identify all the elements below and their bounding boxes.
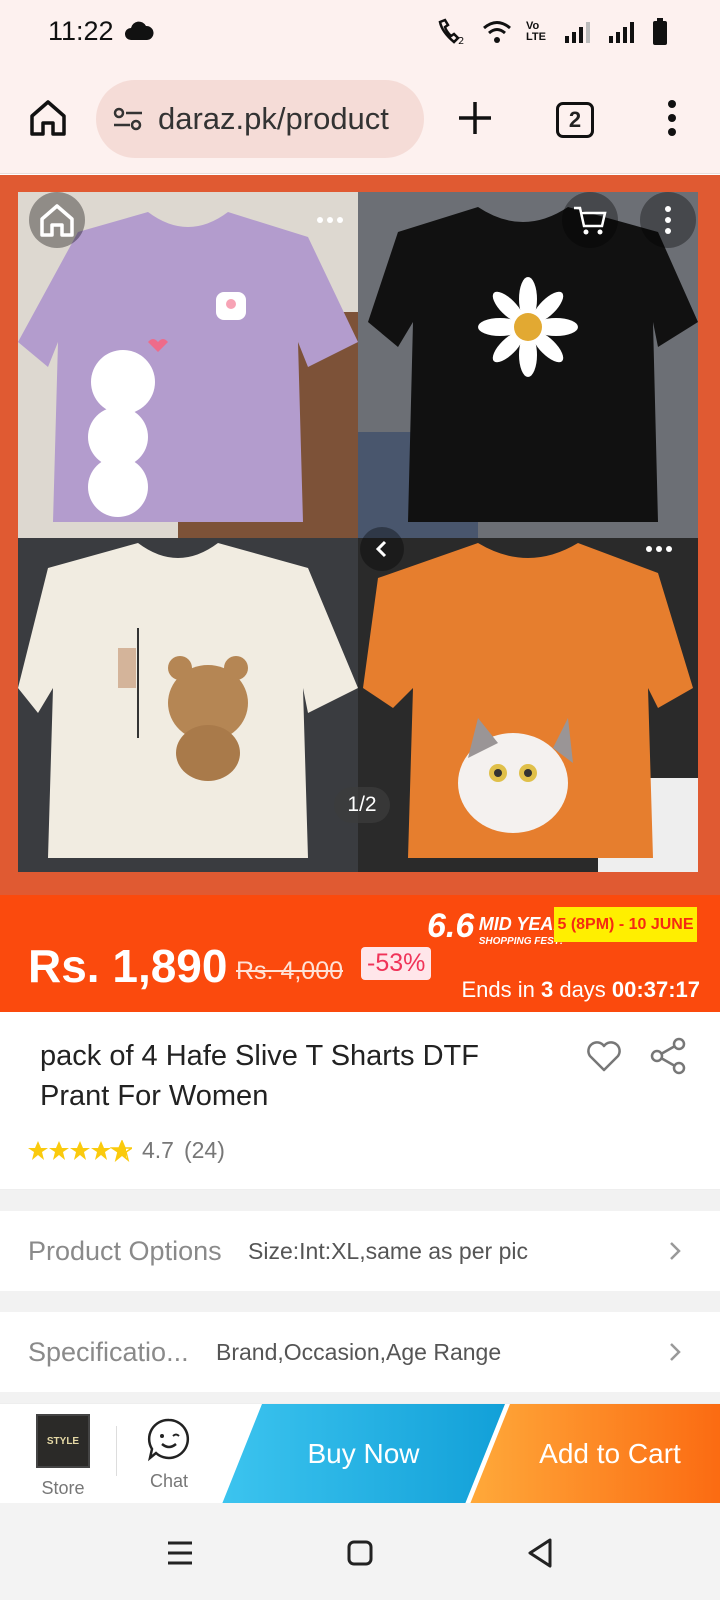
gallery-prev-button[interactable] bbox=[360, 527, 404, 571]
product-info: pack of 4 Hafe Slive T Sharts DTF Prant … bbox=[0, 1012, 720, 1190]
new-tab-icon[interactable] bbox=[455, 98, 495, 138]
specifications-label: Specificatio... bbox=[28, 1336, 189, 1367]
section-divider bbox=[0, 1190, 720, 1211]
home-icon bbox=[40, 204, 74, 237]
product-title: pack of 4 Hafe Slive T Sharts DTF Prant … bbox=[40, 1040, 479, 1112]
star-rating-icon bbox=[28, 1139, 132, 1162]
bottom-divider bbox=[116, 1426, 117, 1476]
browser-toolbar: daraz.pk/product 2 bbox=[0, 62, 720, 174]
cart-icon bbox=[574, 206, 607, 235]
volte-icon: Vo LTE bbox=[526, 20, 546, 43]
system-navigation-bar bbox=[0, 1503, 720, 1600]
promo-number: 6.6 bbox=[427, 907, 475, 945]
image-cream-tshirt bbox=[18, 538, 358, 872]
more-options-icon bbox=[665, 206, 671, 234]
rating-value: 4.7 bbox=[142, 1137, 174, 1163]
specifications-value: Brand,Occasion,Age Range bbox=[216, 1338, 502, 1365]
promo-date-badge: 5 (8PM) - 10 JUNE bbox=[554, 907, 697, 942]
section-divider bbox=[0, 1291, 720, 1312]
original-price: Rs. 4,000 bbox=[236, 957, 344, 985]
tab-switcher-button[interactable]: 2 bbox=[556, 102, 594, 138]
orange-tshirt-graphic bbox=[358, 538, 698, 872]
image-orange-tshirt bbox=[358, 538, 698, 872]
cream-tshirt-graphic bbox=[18, 538, 358, 872]
chat-button[interactable]: Chat bbox=[138, 1416, 200, 1498]
rating-count: (24) bbox=[183, 1137, 225, 1163]
product-options-label: Product Options bbox=[28, 1235, 222, 1266]
countdown-mid: days bbox=[553, 977, 612, 1002]
gallery-item-more-button[interactable] bbox=[637, 527, 681, 571]
status-icons: 2 Vo LTE bbox=[436, 18, 668, 46]
home-icon[interactable] bbox=[28, 98, 68, 138]
image-black-tshirt bbox=[358, 192, 698, 538]
countdown-days: 3 bbox=[540, 977, 554, 1002]
promo-logo: 6.6 MID YEAR SHOPPING FEST! bbox=[427, 907, 566, 949]
discount-badge: -53% bbox=[361, 947, 432, 980]
store-logo: STYLE bbox=[36, 1414, 90, 1468]
signal-icon bbox=[565, 22, 590, 43]
countdown-text: Ends in 3 days 00:37:17 bbox=[461, 977, 700, 1003]
status-bar: 11:22 2 Vo LTE bbox=[0, 0, 720, 62]
gallery-home-button[interactable] bbox=[29, 192, 85, 248]
site-settings-icon[interactable] bbox=[112, 105, 144, 133]
url-text: daraz.pk/product bbox=[158, 101, 389, 136]
bottom-action-bar: STYLE Store Chat Buy Now Add to Cart bbox=[0, 1403, 720, 1504]
svg-text:2: 2 bbox=[458, 36, 464, 46]
specifications-row[interactable]: Specificatio... Brand,Occasion,Age Range bbox=[0, 1312, 720, 1392]
product-options-row[interactable]: Product Options Size:Int:XL,same as per … bbox=[0, 1211, 720, 1291]
rating-row[interactable]: 4.7 (24) bbox=[28, 1137, 225, 1164]
heart-icon[interactable] bbox=[584, 1036, 624, 1076]
current-price: Rs. 1,890 bbox=[28, 940, 228, 992]
product-image-gallery[interactable]: 1/2 bbox=[0, 175, 720, 895]
battery-icon bbox=[653, 18, 667, 45]
countdown-prefix: Ends in bbox=[461, 977, 541, 1002]
more-horizontal-icon bbox=[646, 546, 672, 552]
wifi-call-icon: 2 bbox=[438, 18, 464, 46]
black-tshirt-graphic bbox=[358, 192, 698, 538]
gallery-cart-button[interactable] bbox=[562, 192, 618, 248]
add-to-cart-button[interactable]: Add to Cart bbox=[470, 1404, 720, 1504]
share-icon[interactable] bbox=[648, 1036, 688, 1076]
address-bar[interactable]: daraz.pk/product bbox=[96, 80, 424, 158]
section-divider bbox=[0, 1392, 720, 1403]
back-nav-icon[interactable] bbox=[520, 1533, 560, 1573]
home-nav-icon[interactable] bbox=[340, 1533, 380, 1573]
chat-icon bbox=[147, 1418, 190, 1462]
chevron-left-icon bbox=[375, 540, 387, 558]
buy-now-button[interactable]: Buy Now bbox=[222, 1404, 505, 1504]
price-banner: 6.6 MID YEAR SHOPPING FEST! 5 (8PM) - 10 … bbox=[0, 895, 720, 1012]
image-counter: 1/2 bbox=[334, 787, 390, 823]
gallery-menu-button[interactable] bbox=[640, 192, 696, 248]
signal-icon-2 bbox=[609, 22, 634, 43]
cloud-icon bbox=[125, 21, 154, 40]
more-options-icon[interactable] bbox=[660, 98, 684, 138]
gallery-more-button[interactable] bbox=[302, 192, 358, 248]
wifi-icon bbox=[483, 21, 511, 43]
product-image[interactable] bbox=[18, 192, 698, 872]
countdown-time: 00:37:17 bbox=[611, 977, 700, 1002]
recent-apps-icon[interactable] bbox=[160, 1533, 200, 1573]
more-horizontal-icon bbox=[317, 217, 343, 223]
store-button[interactable]: STYLE Store bbox=[30, 1414, 96, 1498]
chevron-right-icon bbox=[670, 1242, 681, 1260]
chevron-right-icon bbox=[670, 1343, 681, 1361]
chat-label: Chat bbox=[149, 1471, 189, 1491]
status-time: 11:22 bbox=[48, 16, 114, 46]
store-label: Store bbox=[41, 1478, 85, 1498]
product-options-value: Size:Int:XL,same as per pic bbox=[248, 1237, 528, 1264]
promo-line-2: SHOPPING FEST! bbox=[478, 935, 564, 947]
